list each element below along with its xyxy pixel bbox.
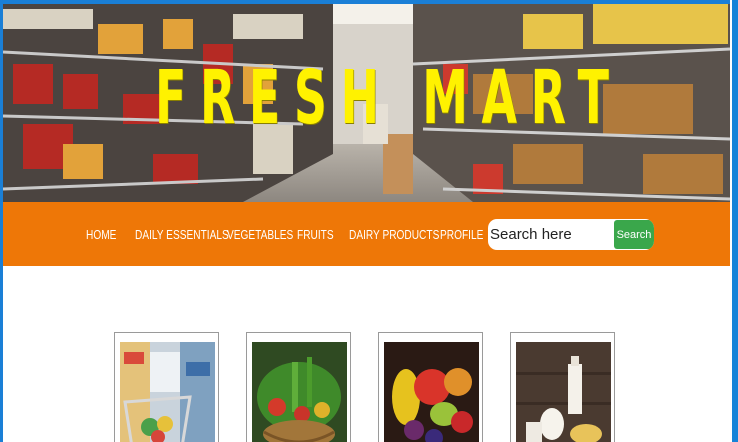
nav-home[interactable]: HOME (86, 227, 116, 243)
search-box: Search (488, 219, 654, 250)
page: FRESH MART HOME DAILY ESSENTIALS VEGETAB… (0, 0, 738, 442)
nav-profile[interactable]: PROFILE (440, 227, 483, 243)
category-card-dairy-products[interactable] (510, 332, 615, 442)
dairy-products-image (516, 342, 611, 442)
nav-fruits[interactable]: FRUITS (297, 227, 334, 243)
search-button[interactable]: Search (614, 220, 654, 249)
window-frame-right (730, 0, 738, 442)
nav-daily-essentials[interactable]: DAILY ESSENTIALS (135, 227, 229, 243)
search-input[interactable] (488, 219, 614, 250)
category-card-fruits[interactable] (378, 332, 483, 442)
window-frame-left (0, 0, 3, 442)
category-card-vegetables[interactable] (246, 332, 351, 442)
fruits-image (384, 342, 479, 442)
supermarket-trolley-image (120, 342, 215, 442)
vegetable-basket-image (252, 342, 347, 442)
nav-vegetables[interactable]: VEGETABLES (227, 227, 293, 243)
site-title: FRESH MART (154, 55, 623, 141)
hero-banner: FRESH MART (3, 4, 730, 202)
category-card-daily-essentials[interactable] (114, 332, 219, 442)
nav-dairy-products[interactable]: DAIRY PRODUCTS (349, 227, 439, 243)
window-frame-top (0, 0, 738, 4)
nav-bar: HOME DAILY ESSENTIALS VEGETABLES FRUITS … (3, 202, 730, 266)
